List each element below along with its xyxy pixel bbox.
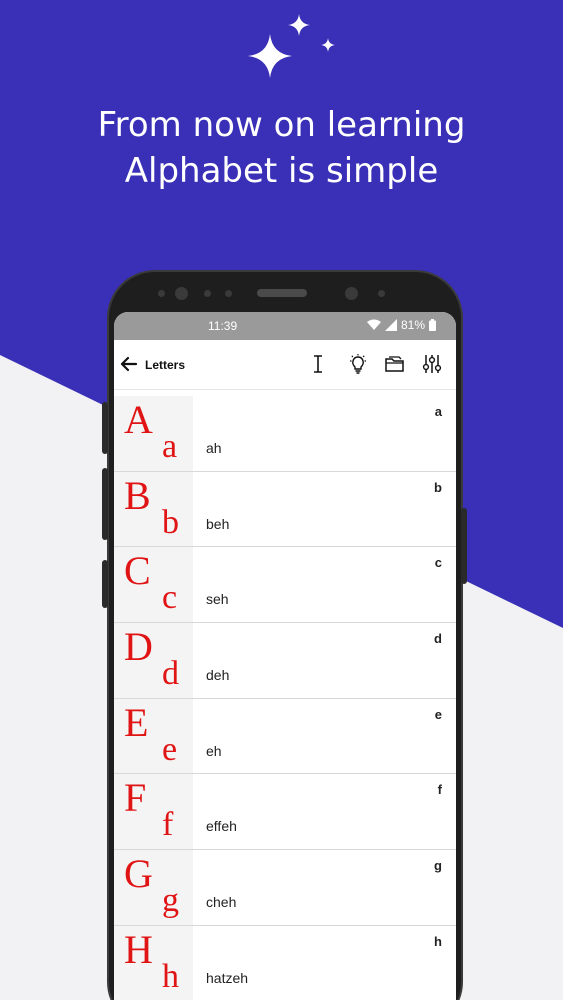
letter-small: f: [437, 782, 442, 798]
letter-glyph-box: H h: [114, 925, 193, 1000]
letter-glyph-box: B b: [114, 471, 193, 547]
phone-button: [461, 508, 467, 584]
letter-glyph-box: F f: [114, 774, 193, 850]
headline-line-1: From now on learning: [97, 105, 466, 145]
uppercase-letter: E: [124, 699, 149, 745]
sparkle-icon: [321, 38, 335, 52]
letter-row-b[interactable]: B b beh b: [114, 471, 456, 548]
status-bar: 11:39 81%: [114, 312, 456, 340]
phone-button: [102, 468, 108, 540]
signal-icon: [384, 319, 397, 331]
pronunciation: ah: [206, 440, 222, 456]
sensor-icon: [225, 290, 232, 297]
battery-icon: [429, 319, 436, 331]
pronunciation: hatzeh: [206, 969, 249, 986]
letter-glyph-box: G g: [114, 850, 193, 925]
letter-small: b: [434, 479, 442, 495]
phone-button: [102, 560, 108, 608]
pronunciation: deh: [206, 667, 230, 684]
uppercase-letter: G: [124, 851, 153, 897]
letter-row-a[interactable]: A a ah a: [114, 396, 456, 472]
pronunciation: cheh: [206, 894, 237, 911]
sliders-icon[interactable]: [421, 353, 443, 375]
lowercase-letter: a: [162, 428, 178, 465]
letter-row-c[interactable]: C c seh c: [114, 547, 456, 624]
status-time: 11:39: [208, 319, 238, 333]
letter-small: e: [434, 706, 442, 722]
letter-glyph-box: A a: [114, 396, 193, 471]
letter-glyph-box: C c: [114, 547, 193, 623]
letter-row-g[interactable]: G g cheh g: [114, 850, 456, 926]
sparkle-icon: [288, 14, 310, 36]
pronunciation: seh: [206, 591, 229, 608]
lightbulb-icon[interactable]: [347, 353, 369, 375]
sparkle-icon: [248, 34, 292, 78]
letter-row-h[interactable]: H h hatzeh h: [114, 925, 456, 1000]
letter-glyph-box: E e: [114, 698, 193, 774]
lowercase-letter: e: [162, 730, 178, 768]
uppercase-letter: C: [124, 548, 151, 594]
letter-small: d: [434, 631, 442, 647]
uppercase-letter: F: [124, 775, 147, 821]
sensor-icon: [378, 290, 385, 297]
letter-small: c: [434, 555, 442, 571]
battery-percent: 81%: [400, 318, 425, 332]
letter-glyph-box: D d: [114, 623, 193, 698]
uppercase-letter: A: [124, 397, 153, 442]
phone-button: [102, 402, 108, 454]
letter-row-f[interactable]: F f effeh f: [114, 774, 456, 851]
lowercase-letter: c: [162, 579, 178, 617]
lowercase-letter: g: [162, 882, 179, 920]
pronunciation: beh: [206, 515, 230, 532]
app-bar: Letters: [114, 340, 456, 390]
lowercase-letter: h: [162, 957, 179, 995]
headline-line-2: Alphabet is simple: [124, 151, 439, 191]
status-icons: 81%: [366, 318, 436, 332]
text-cursor-icon[interactable]: [307, 353, 329, 375]
letter-small: a: [434, 404, 442, 419]
letter-list: A a ah a B b beh b C c seh c D d deh d E…: [114, 396, 456, 1000]
camera-icon: [175, 287, 188, 300]
camera-icon: [345, 287, 358, 300]
page-title: Letters: [145, 358, 186, 372]
lowercase-letter: b: [162, 503, 179, 541]
back-arrow-icon[interactable]: [120, 355, 138, 373]
lowercase-letter: d: [162, 655, 179, 693]
uppercase-letter: H: [124, 926, 153, 972]
letter-small: g: [434, 858, 442, 874]
uppercase-letter: D: [124, 624, 153, 670]
phone-screen: 11:39 81% Letters A a ah a B b beh b C c…: [114, 312, 456, 1000]
letter-small: h: [434, 933, 442, 949]
pronunciation: effeh: [206, 818, 237, 835]
earpiece-speaker: [257, 289, 307, 297]
wifi-icon: [366, 319, 381, 330]
sensor-icon: [204, 290, 211, 297]
promo-headline: From now on learning Alphabet is simple: [0, 102, 563, 194]
letter-row-e[interactable]: E e eh e: [114, 698, 456, 775]
lowercase-letter: f: [162, 806, 174, 844]
folder-icon[interactable]: [384, 353, 406, 375]
camera-icon: [158, 290, 165, 297]
uppercase-letter: B: [124, 472, 151, 518]
pronunciation: eh: [206, 742, 222, 759]
letter-row-d[interactable]: D d deh d: [114, 623, 456, 699]
